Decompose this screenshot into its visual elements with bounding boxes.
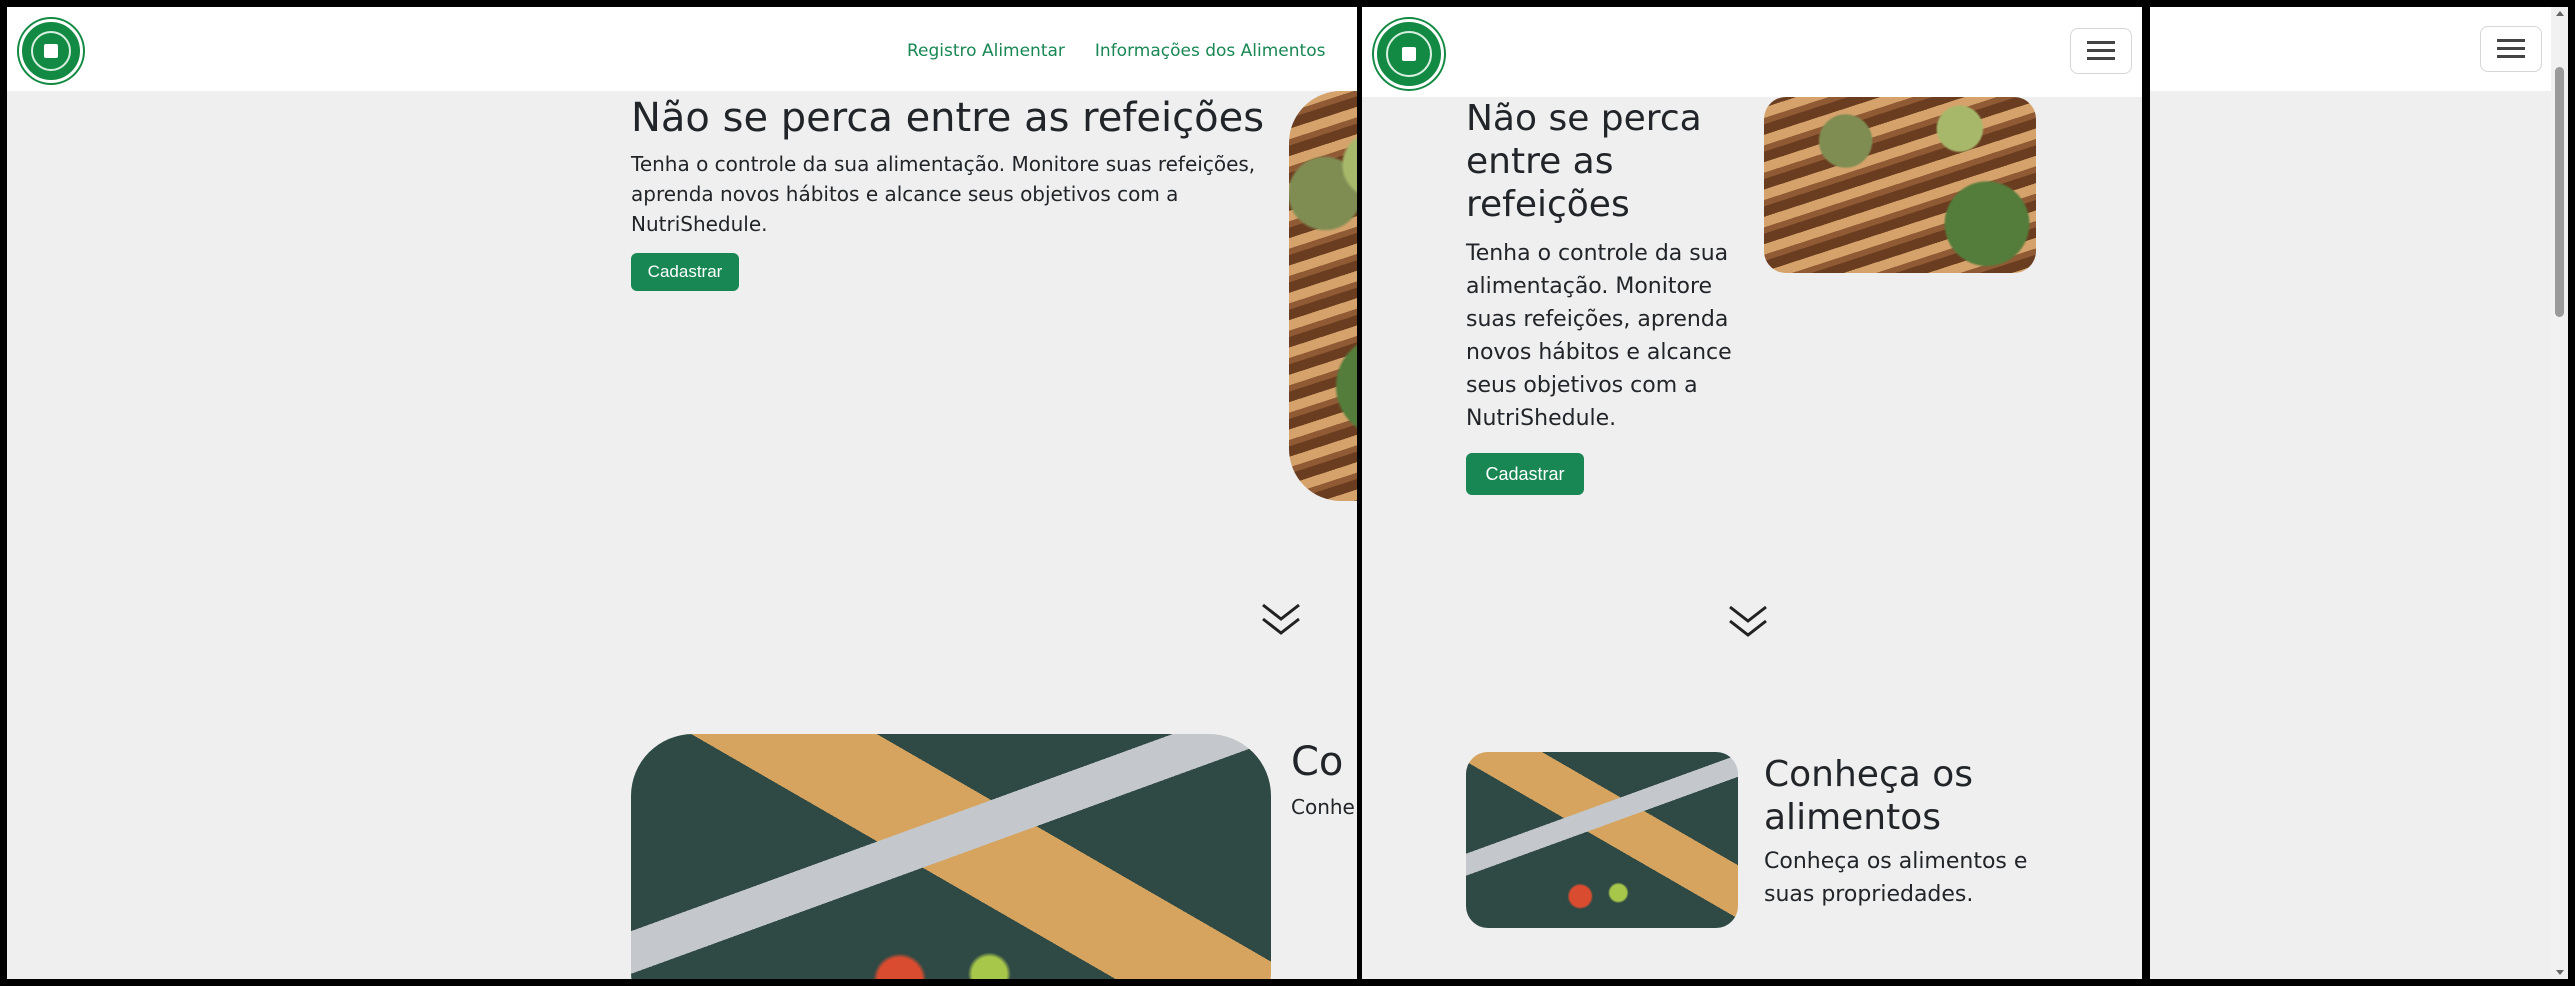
hero-text: Tenha o controle da sua alimentação. Mon… — [1466, 241, 1732, 431]
nav-link-registro[interactable]: Registro Alimentar — [907, 41, 1065, 61]
logo-bag-icon — [44, 44, 58, 58]
foods-photo — [1466, 752, 1738, 928]
brand-logo[interactable] — [1374, 19, 1444, 89]
foods-title-clipped: Co — [1291, 739, 1344, 785]
navbar — [2150, 7, 2568, 91]
hamburger-menu-icon[interactable] — [2070, 28, 2132, 74]
hero-photo — [1764, 97, 2036, 273]
foods-text-clipped: Conhe — [1291, 795, 1355, 819]
hero-title: Não se perca entre as refeições — [631, 95, 1265, 141]
scroll-up-arrow-icon[interactable] — [2556, 11, 2564, 16]
navbar — [1362, 7, 2142, 97]
double-chevron-down-icon[interactable] — [1259, 599, 1303, 639]
foods-text: Conheça os alimentos e suas propriedades… — [1764, 849, 2028, 907]
scroll-thumb[interactable] — [2555, 67, 2564, 317]
brand-logo[interactable] — [19, 19, 83, 83]
nav-links: Registro Alimentar Informações dos Alime… — [907, 41, 1357, 61]
scroll-down-arrow-icon[interactable] — [2556, 970, 2564, 975]
navbar: Registro Alimentar Informações dos Alime… — [7, 7, 1357, 91]
hero-photo — [1289, 91, 1357, 501]
hamburger-menu-icon[interactable] — [2480, 26, 2542, 72]
foods-photo — [631, 734, 1271, 979]
register-button[interactable]: Cadastrar — [631, 253, 739, 291]
page-scrollbar[interactable] — [2551, 7, 2568, 979]
double-chevron-down-icon[interactable] — [1726, 601, 1770, 641]
hero-title: Não se perca entre as refeições — [1466, 98, 1702, 225]
nav-link-informacoes[interactable]: Informações dos Alimentos — [1095, 41, 1326, 61]
right-viewport — [2150, 7, 2568, 979]
hero-text: Tenha o controle da sua alimentação. Mon… — [631, 152, 1256, 236]
nav-link-more[interactable]: Re — [1355, 41, 1357, 61]
register-button[interactable]: Cadastrar — [1466, 453, 1584, 495]
logo-bag-icon — [1402, 47, 1416, 61]
narrow-viewport: Não se perca entre as refeições Tenha o … — [1362, 7, 2142, 979]
wide-viewport: Registro Alimentar Informações dos Alime… — [7, 7, 1357, 979]
foods-title: Conheça os alimentos — [1764, 754, 1974, 838]
